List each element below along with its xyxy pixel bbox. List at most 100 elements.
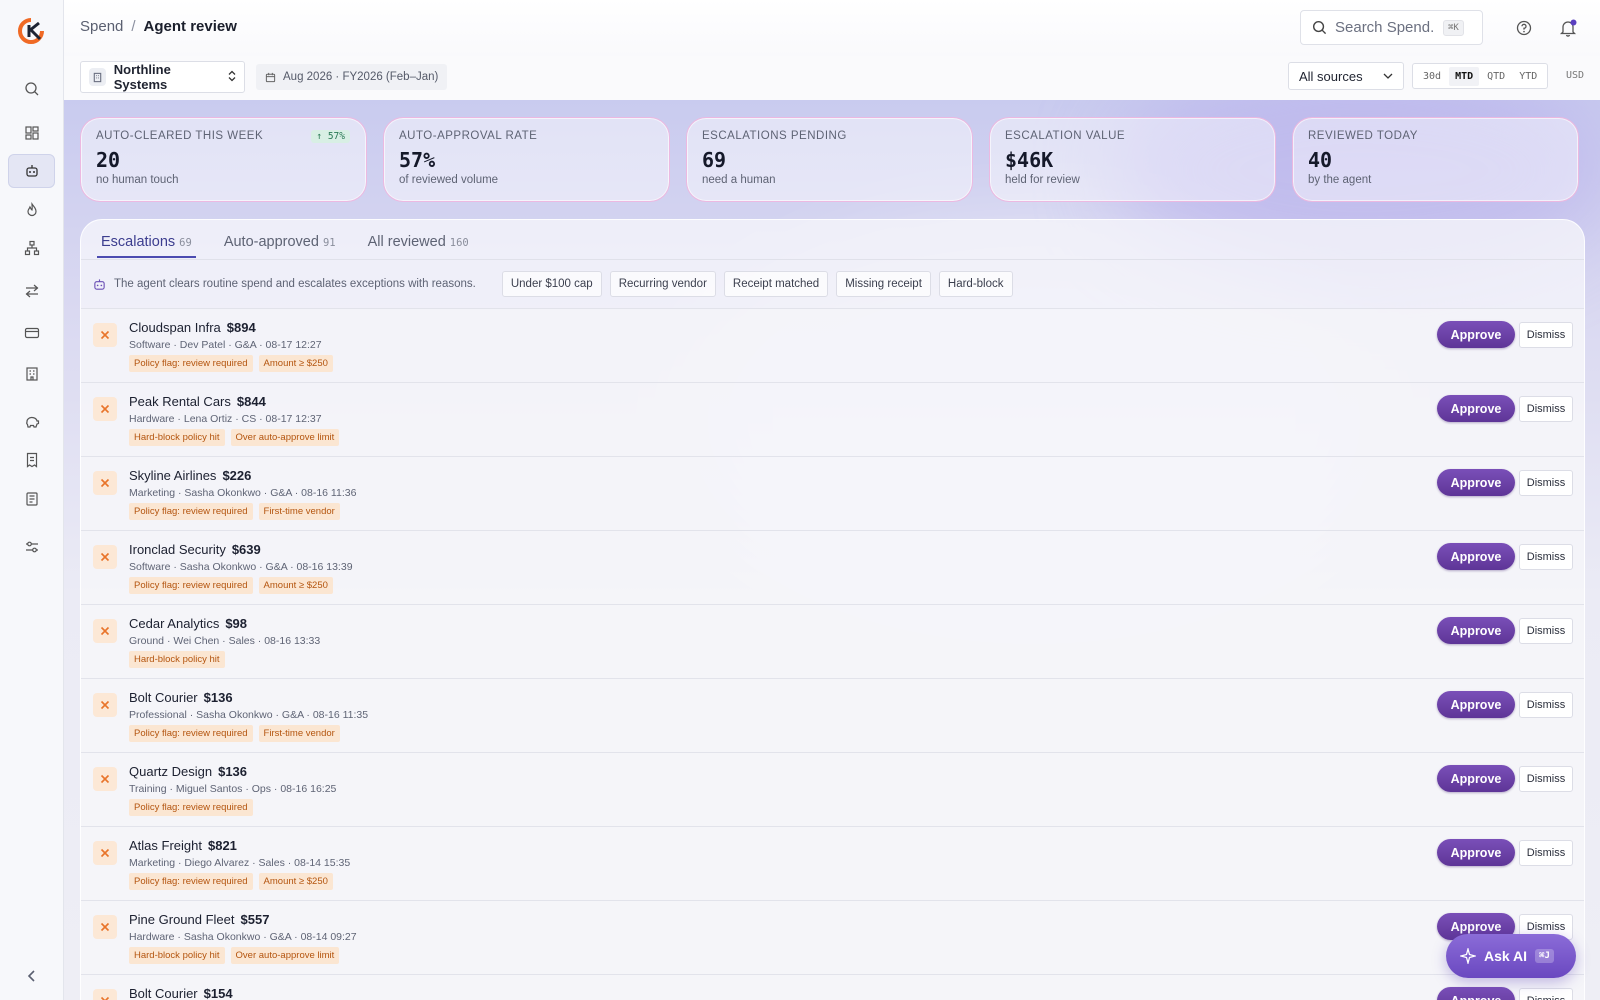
sidebar-item-receipt[interactable]: [8, 443, 55, 477]
sidebar-item-transfer[interactable]: [8, 274, 55, 308]
kpi-card: AUTO-CLEARED THIS WEEK 20 no human touch ↑ …: [80, 117, 367, 202]
escalation-row[interactable]: Cloudspan Infra $894 Software · Dev Patel …: [81, 308, 1584, 382]
sidebar-item-building[interactable]: [8, 357, 55, 391]
range-ytd[interactable]: YTD: [1513, 67, 1543, 86]
range-qtd[interactable]: QTD: [1481, 67, 1511, 86]
range-mtd[interactable]: MTD: [1449, 66, 1480, 86]
reason-tags: Hard-block policy hit: [129, 651, 225, 668]
sources-dropdown[interactable]: All sources: [1288, 62, 1404, 90]
help-icon[interactable]: [1514, 18, 1534, 38]
sidebar-item-org-chart[interactable]: [8, 231, 55, 265]
row-title: Skyline Airlines $226: [129, 468, 251, 483]
reason-tag: Over auto-approve limit: [230, 429, 340, 446]
tab-label: Escalations: [101, 234, 176, 250]
amount: $136: [218, 764, 248, 779]
flame-icon: [24, 202, 40, 218]
row-title: Ironclad Security $639: [129, 542, 261, 557]
entity-selector[interactable]: Northline Systems: [80, 61, 245, 93]
sidebar-item-settings-sliders[interactable]: [8, 530, 55, 564]
sidebar-item-search[interactable]: [8, 72, 55, 106]
dismiss-button[interactable]: Dismiss: [1519, 840, 1573, 866]
reason-tags: Hard-block policy hit Over auto-approve l…: [129, 429, 340, 446]
row-meta: Training · Miguel Santos · Ops · 08-16 1…: [129, 783, 337, 795]
approve-button[interactable]: Approve: [1437, 469, 1515, 496]
sidebar-item-dashboard[interactable]: [8, 116, 55, 150]
escalation-row[interactable]: Cedar Analytics $98 Ground · Wei Chen · Sa…: [81, 604, 1584, 678]
search-box[interactable]: ⌘K: [1300, 10, 1483, 45]
escalated-x-icon: [93, 989, 117, 1000]
dismiss-button[interactable]: Dismiss: [1519, 544, 1573, 570]
reason-tag: Policy flag: review required: [129, 503, 253, 520]
dismiss-button[interactable]: Dismiss: [1519, 322, 1573, 348]
collapse-sidebar-icon[interactable]: [22, 966, 42, 986]
escalation-row[interactable]: Pine Ground Fleet $557 Hardware · Sasha Ok…: [81, 900, 1584, 974]
filter-chip[interactable]: Recurring vendor: [609, 271, 716, 297]
escalation-row[interactable]: Bolt Courier $136 Professional · Sasha Oko…: [81, 678, 1584, 752]
tab-all-reviewed[interactable]: All reviewed 160: [364, 220, 473, 258]
reason-tag: First-time vendor: [258, 725, 340, 742]
dismiss-button[interactable]: Dismiss: [1519, 396, 1573, 422]
approve-button[interactable]: Approve: [1437, 691, 1515, 718]
escalation-row[interactable]: Skyline Airlines $226 Marketing · Sasha Ok…: [81, 456, 1584, 530]
approve-button[interactable]: Approve: [1437, 395, 1515, 422]
reason-tag: Hard-block policy hit: [129, 651, 225, 668]
breadcrumb-spend[interactable]: Spend: [80, 18, 123, 35]
transfer-icon: [24, 283, 40, 299]
dismiss-button[interactable]: Dismiss: [1519, 618, 1573, 644]
reason-tag: Hard-block policy hit: [129, 947, 225, 964]
approve-button[interactable]: Approve: [1437, 321, 1515, 348]
escalation-row[interactable]: Atlas Freight $821 Marketing · Diego Alvar…: [81, 826, 1584, 900]
ask-ai-shortcut: ⌘J: [1535, 949, 1554, 963]
kpi-value: 69: [702, 148, 727, 172]
filter-chip[interactable]: Receipt matched: [723, 271, 829, 297]
row-meta: Software · Dev Patel · G&A · 08-17 12:27: [129, 339, 322, 351]
approve-button[interactable]: Approve: [1437, 543, 1515, 570]
dismiss-button[interactable]: Dismiss: [1519, 988, 1573, 1000]
sidebar-item-robot[interactable]: [8, 154, 55, 188]
escalation-row[interactable]: Bolt Courier $154 Approve Dismiss: [81, 974, 1584, 1000]
filter-chip[interactable]: Hard-block: [938, 271, 1013, 297]
sidebar-item-flame[interactable]: [8, 193, 55, 227]
sidebar-item-ledger[interactable]: [8, 482, 55, 516]
approve-button[interactable]: Approve: [1437, 839, 1515, 866]
agent-hint: The agent clears routine spend and escal…: [93, 278, 476, 291]
piggy-bank-icon: [24, 414, 40, 430]
vendor-name: Skyline Airlines: [129, 468, 217, 483]
dismiss-button[interactable]: Dismiss: [1519, 766, 1573, 792]
kpi-card: AUTO-APPROVAL RATE 57% of reviewed volume: [383, 117, 670, 202]
ask-ai-button[interactable]: Ask AI ⌘J: [1446, 934, 1576, 978]
approve-button[interactable]: Approve: [1437, 987, 1515, 1000]
approve-button[interactable]: Approve: [1437, 617, 1515, 644]
escalated-x-icon: [93, 397, 117, 421]
row-title: Pine Ground Fleet $557: [129, 912, 269, 927]
sidebar-item-piggy-bank[interactable]: [8, 405, 55, 439]
filter-bar: Northline Systems Aug 2026 · FY2026 (Feb…: [64, 56, 1600, 100]
row-title: Bolt Courier $136: [129, 690, 233, 705]
escalation-row[interactable]: Quartz Design $136 Training · Miguel Santo…: [81, 752, 1584, 826]
approve-button[interactable]: Approve: [1437, 765, 1515, 792]
escalation-row[interactable]: Peak Rental Cars $844 Hardware · Lena Orti…: [81, 382, 1584, 456]
filter-chip[interactable]: Missing receipt: [836, 271, 931, 297]
range-30d[interactable]: 30d: [1417, 67, 1447, 86]
card-icon: [24, 325, 40, 341]
search-input[interactable]: [1335, 19, 1435, 36]
tab-auto-approved[interactable]: Auto-approved 91: [220, 220, 340, 258]
escalated-x-icon: [93, 915, 117, 939]
kpi-subtitle: no human touch: [96, 174, 179, 186]
dismiss-button[interactable]: Dismiss: [1519, 470, 1573, 496]
row-meta: Hardware · Sasha Okonkwo · G&A · 08-14 0…: [129, 931, 357, 943]
tab-escalations[interactable]: Escalations 69: [97, 220, 196, 258]
notification-bell-icon[interactable]: [1558, 18, 1578, 38]
reason-tag: Policy flag: review required: [129, 873, 253, 890]
filter-chip[interactable]: Under $100 cap: [501, 271, 602, 297]
building-icon: [89, 68, 106, 86]
currency-label[interactable]: USD: [1566, 70, 1584, 81]
dismiss-button[interactable]: Dismiss: [1519, 692, 1573, 718]
sidebar-item-card[interactable]: [8, 316, 55, 350]
period-selector[interactable]: Aug 2026 · FY2026 (Feb–Jan): [256, 64, 448, 90]
reason-tag: Policy flag: review required: [129, 799, 253, 816]
brand-logo-icon[interactable]: [17, 17, 47, 45]
escalation-row[interactable]: Ironclad Security $639 Software · Sasha Ok…: [81, 530, 1584, 604]
top-bar: Spend / Agent review ⌘K: [64, 0, 1600, 56]
vendor-name: Cloudspan Infra: [129, 320, 221, 335]
